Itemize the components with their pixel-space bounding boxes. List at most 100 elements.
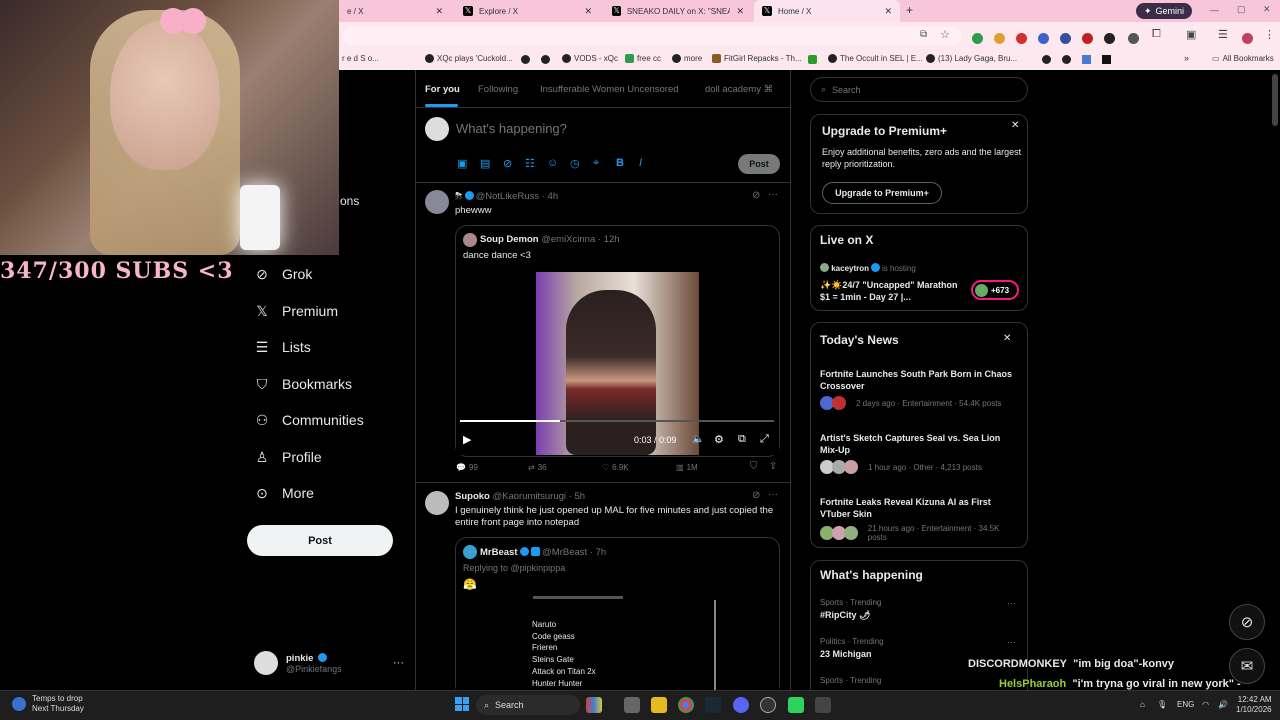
trend-item[interactable]: Sports · Trending — [820, 676, 1020, 685]
sidebar-icon[interactable]: ▣ — [1186, 28, 1196, 41]
language-indicator[interactable]: ENG — [1177, 700, 1194, 709]
bookmark-icon[interactable] — [1082, 55, 1091, 66]
close-tab-icon[interactable]: ✕ — [884, 6, 892, 17]
tray-app-icon[interactable]: ⌂ — [1140, 700, 1145, 709]
clock[interactable]: 12:42 AM 1/10/2026 — [1236, 695, 1272, 715]
extension-icon[interactable] — [1060, 31, 1071, 49]
close-icon[interactable]: ✕ — [1003, 333, 1011, 344]
play-icon[interactable]: ▶ — [463, 433, 471, 446]
nav-item-profile[interactable]: ♙ Profile — [254, 449, 322, 466]
bookmark-icon[interactable] — [1062, 55, 1071, 66]
extension-icon[interactable] — [1016, 31, 1027, 49]
tab-insufferable-women[interactable]: Insufferable Women Uncensored — [540, 84, 679, 95]
poll-icon[interactable]: ☷ — [525, 157, 535, 170]
browser-tab[interactable]: 𝕏 Explore / X ✕ — [455, 0, 600, 22]
new-tab-icon[interactable]: + — [906, 3, 913, 17]
compose-input[interactable]: What's happening? — [456, 121, 567, 136]
minimize-icon[interactable]: — — [1210, 5, 1219, 15]
more-options-icon[interactable]: ··· — [768, 489, 778, 500]
bookmark-item[interactable]: free cc — [625, 54, 661, 63]
bookmark-icon[interactable] — [1042, 55, 1051, 66]
nav-item-grok[interactable]: ⊘ Grok — [254, 266, 312, 283]
obs-icon[interactable] — [760, 697, 776, 713]
extension-icon[interactable] — [1082, 31, 1093, 49]
bookmark-item[interactable]: (13) Lady Gaga, Bru... — [926, 54, 1017, 63]
bookmark-icon[interactable]: ⛉ — [750, 461, 758, 472]
bookmark-item[interactable]: The Occult in SEL | E... — [828, 54, 923, 63]
nav-item-communities[interactable]: ⚇ Communities — [254, 412, 364, 429]
profile-avatar-icon[interactable] — [1242, 31, 1253, 49]
tweet-author-handle[interactable]: @Kaorumitsurugi — [492, 491, 566, 502]
compose-post-button[interactable]: Post — [738, 154, 780, 174]
like-button[interactable]: ♡ 6.9K — [602, 463, 629, 472]
gemini-button[interactable]: ✦ Gemini — [1136, 3, 1193, 19]
taskbar-search[interactable]: ⌕ Search — [476, 695, 580, 715]
nav-item-bookmarks[interactable]: ⛉ Bookmarks — [254, 376, 352, 393]
trend-item[interactable]: Politics · Trending 23 Michigan — [820, 637, 1020, 660]
close-tab-icon[interactable]: ✕ — [584, 6, 592, 17]
weather-widget[interactable]: Temps to drop Next Thursday — [12, 694, 84, 714]
news-item[interactable]: Fortnite Leaks Reveal Kizuna AI as First… — [820, 496, 1020, 542]
live-host-row[interactable]: kaceytron is hosting — [820, 263, 916, 273]
post-button[interactable]: Post — [247, 525, 393, 556]
browser-tab[interactable]: e / X ✕ — [339, 0, 451, 22]
grok-icon[interactable]: ⊘ — [503, 157, 512, 170]
tab-following[interactable]: Following — [478, 84, 518, 95]
task-view-icon[interactable] — [624, 697, 640, 713]
extension-icon[interactable] — [994, 31, 1005, 49]
wifi-icon[interactable]: ◠ — [1202, 700, 1209, 709]
downloads-icon[interactable]: ☰ — [1218, 28, 1228, 41]
upgrade-premium-button[interactable]: Upgrade to Premium+ — [822, 182, 942, 204]
close-window-icon[interactable]: ✕ — [1263, 4, 1271, 15]
taskbar-app-icon[interactable] — [586, 697, 602, 713]
cast-icon[interactable]: ⧉ — [920, 29, 927, 40]
grok-fab[interactable]: ⊘ — [1229, 604, 1265, 640]
share-icon[interactable]: ⇪ — [769, 461, 777, 472]
steam-icon[interactable] — [705, 697, 721, 713]
star-icon[interactable]: ☆ — [940, 28, 950, 41]
close-tab-icon[interactable]: ✕ — [435, 6, 443, 17]
more-options-icon[interactable]: ··· — [1007, 637, 1016, 647]
scrollbar-thumb[interactable] — [1272, 74, 1278, 126]
settings-gear-icon[interactable]: ⚙ — [714, 433, 724, 446]
bookmark-item[interactable]: XQc plays 'Cuckold... — [425, 54, 513, 63]
file-explorer-icon[interactable] — [651, 697, 667, 713]
fullscreen-icon[interactable]: ⤢ — [760, 433, 769, 446]
more-options-icon[interactable]: ··· — [1007, 598, 1016, 608]
video-player[interactable] — [456, 270, 779, 455]
browser-tab-active[interactable]: 𝕏 Home / X ✕ — [754, 0, 900, 22]
microphone-icon[interactable]: 🎙 — [1157, 700, 1167, 709]
app-icon[interactable] — [815, 697, 831, 713]
bookmark-icon[interactable] — [541, 55, 550, 66]
discord-icon[interactable] — [733, 697, 749, 713]
location-icon[interactable]: ⌖ — [593, 157, 599, 170]
volume-icon[interactable]: 🔈 — [692, 434, 704, 445]
account-switcher[interactable]: pinkie @Pinkiefangs ··· — [254, 648, 404, 678]
bookmark-icon[interactable] — [1102, 55, 1111, 66]
nav-item-more[interactable]: ⊙ More — [254, 485, 314, 502]
close-icon[interactable]: ✕ — [1011, 120, 1019, 131]
windows-start-icon[interactable] — [455, 697, 469, 711]
tab-for-you[interactable]: For you — [425, 84, 460, 95]
bookmark-item[interactable]: FitGirl Repacks - Th... — [712, 54, 802, 63]
news-item[interactable]: Fortnite Launches South Park Born in Cha… — [820, 368, 1020, 410]
image-icon[interactable]: ▣ — [457, 157, 467, 170]
bold-icon[interactable]: B — [616, 157, 624, 169]
extension-icon[interactable] — [1104, 31, 1115, 49]
extension-icon[interactable] — [972, 31, 983, 49]
bookmark-item[interactable]: VODS - xQc — [562, 54, 618, 63]
repost-button[interactable]: ⇄ 36 — [528, 463, 547, 472]
maximize-icon[interactable]: ▢ — [1237, 4, 1246, 15]
volume-icon[interactable]: 🔊 — [1218, 700, 1228, 709]
tweet-time[interactable]: · 5h — [569, 491, 585, 502]
more-options-icon[interactable]: ··· — [768, 189, 778, 200]
tweet-time[interactable]: · 4h — [542, 191, 558, 202]
nav-item-premium[interactable]: 𝕏 Premium — [254, 303, 338, 320]
extensions-puzzle-icon[interactable]: ⧠ — [1152, 28, 1161, 41]
reply-button[interactable]: 💬 99 — [456, 463, 478, 472]
emoji-icon[interactable]: ☺ — [547, 157, 558, 169]
views-button[interactable]: ▥ 1M — [676, 463, 698, 472]
news-item[interactable]: Artist's Sketch Captures Seal vs. Sea Li… — [820, 432, 1020, 474]
bookmark-item[interactable]: more — [672, 54, 702, 63]
app-icon[interactable] — [788, 697, 804, 713]
